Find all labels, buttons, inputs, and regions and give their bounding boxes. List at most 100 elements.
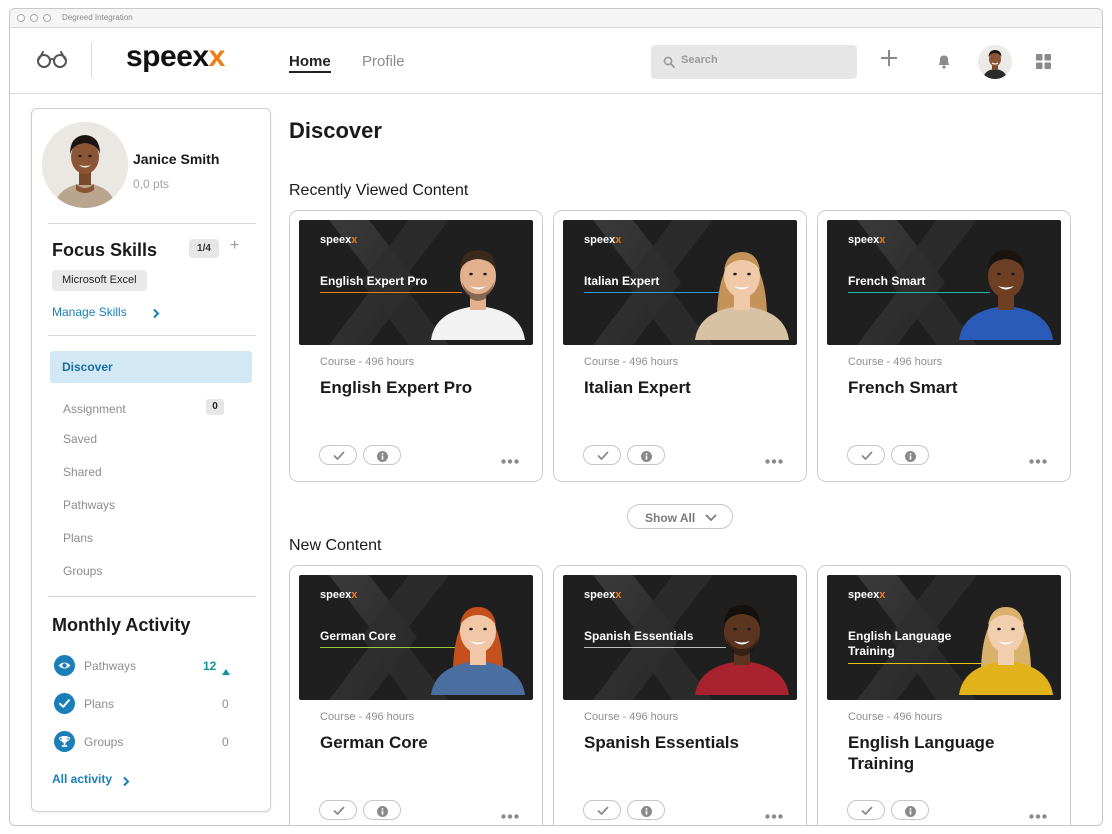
info-icon — [377, 451, 388, 462]
search-box[interactable] — [651, 45, 857, 79]
card-meta: Course - 496 hours — [848, 711, 943, 723]
nav-home[interactable]: Home — [289, 53, 331, 73]
activity-value-pathways: 12 — [203, 659, 217, 673]
content-card[interactable]: speexx English Language Training Course - … — [817, 565, 1071, 825]
focus-skills-title: Focus Skills — [52, 240, 158, 260]
card-meta: Course - 496 hours — [848, 356, 943, 368]
complete-button[interactable] — [583, 445, 621, 465]
show-all-label: Show All — [645, 511, 696, 525]
info-button[interactable] — [891, 445, 929, 465]
search-input[interactable] — [681, 54, 846, 66]
course-thumbnail[interactable]: speexx English Language Training — [827, 575, 1061, 700]
eye-icon — [54, 655, 75, 676]
user-points: 0,0 pts — [133, 177, 170, 191]
glasses-icon[interactable] — [36, 50, 68, 73]
more-icon[interactable] — [1029, 806, 1047, 824]
card-title[interactable]: Italian Expert — [584, 377, 794, 398]
sidebar-item-discover[interactable]: Discover — [50, 351, 252, 383]
nav-profile[interactable]: Profile — [362, 53, 405, 70]
sidebar-item-plans[interactable]: Plans — [63, 531, 93, 545]
header-divider — [91, 42, 92, 78]
info-button[interactable] — [363, 445, 401, 465]
thumb-person-photo — [423, 230, 533, 345]
more-icon[interactable] — [765, 451, 783, 469]
check-icon — [597, 451, 609, 460]
show-all-button[interactable]: Show All — [627, 504, 733, 529]
complete-button[interactable] — [847, 445, 885, 465]
more-icon[interactable] — [501, 806, 519, 824]
section-title-recent: Recently Viewed Content — [289, 182, 469, 199]
chevron-right-icon[interactable] — [122, 774, 130, 792]
sidebar-item-groups[interactable]: Groups — [63, 564, 102, 578]
trend-up-icon — [222, 662, 230, 680]
thumb-logo: speexx — [320, 234, 358, 246]
info-button[interactable] — [891, 800, 929, 820]
sidebar-item-pathways[interactable]: Pathways — [63, 498, 115, 512]
info-icon — [905, 806, 916, 817]
speexx-logo[interactable]: speexx — [126, 40, 225, 74]
sidebar-item-shared[interactable]: Shared — [63, 465, 102, 479]
card-title[interactable]: Spanish Essentials — [584, 732, 794, 753]
sidebar-item-assignment[interactable]: Assignment — [63, 402, 126, 416]
bell-icon[interactable] — [936, 53, 952, 74]
sidebar-item-saved[interactable]: Saved — [63, 432, 97, 446]
more-icon[interactable] — [765, 806, 783, 824]
complete-button[interactable] — [583, 800, 621, 820]
window-title: Degreed Integration — [62, 13, 133, 22]
activity-label-plans: Plans — [84, 697, 115, 711]
course-thumbnail[interactable]: speexx German Core — [299, 575, 533, 700]
divider — [48, 335, 256, 336]
skill-chip[interactable]: Microsoft Excel — [52, 270, 147, 291]
window-maximize-dot[interactable] — [43, 14, 51, 22]
check-icon — [333, 806, 345, 815]
manage-skills-link[interactable]: Manage Skills — [52, 305, 127, 319]
card-title[interactable]: English Language Training — [848, 732, 1058, 774]
search-icon — [663, 56, 675, 68]
card-meta: Course - 496 hours — [320, 356, 415, 368]
section-title-new: New Content — [289, 537, 382, 554]
more-icon[interactable] — [501, 451, 519, 469]
apps-grid-icon[interactable] — [1036, 54, 1051, 74]
more-icon[interactable] — [1029, 451, 1047, 469]
check-icon — [54, 693, 75, 714]
card-title[interactable]: German Core — [320, 732, 530, 753]
assignment-count-badge: 0 — [206, 399, 224, 415]
course-thumbnail[interactable]: speexx Spanish Essentials — [563, 575, 797, 700]
thumb-logo: speexx — [848, 234, 886, 246]
page-title: Discover — [289, 118, 382, 143]
course-thumbnail[interactable]: speexx Italian Expert — [563, 220, 797, 345]
info-button[interactable] — [627, 445, 665, 465]
info-icon — [641, 806, 652, 817]
complete-button[interactable] — [847, 800, 885, 820]
info-button[interactable] — [363, 800, 401, 820]
course-thumbnail[interactable]: speexx French Smart — [827, 220, 1061, 345]
card-title[interactable]: French Smart — [848, 377, 1058, 398]
window-minimize-dot[interactable] — [30, 14, 38, 22]
top-navigation: speexx Home Profile — [10, 28, 1102, 94]
content-card[interactable]: speexx German Core Course - 496 hours Germa… — [289, 565, 543, 825]
thumb-person-photo — [951, 230, 1061, 345]
thumb-person-photo — [687, 585, 797, 700]
content-card[interactable]: speexx Spanish Essentials Course - 496 hou… — [553, 565, 807, 825]
avatar[interactable] — [978, 45, 1012, 79]
chevron-right-icon[interactable] — [152, 306, 160, 324]
content-card[interactable]: speexx Italian Expert Course - 496 hours It… — [553, 210, 807, 482]
complete-button[interactable] — [319, 445, 357, 465]
plus-icon[interactable] — [880, 49, 898, 72]
window-close-dot[interactable] — [17, 14, 25, 22]
chevron-down-icon — [705, 514, 717, 522]
info-button[interactable] — [627, 800, 665, 820]
card-meta: Course - 496 hours — [584, 711, 679, 723]
card-title[interactable]: English Expert Pro — [320, 377, 530, 398]
content-card[interactable]: speexx English Expert Pro Course - 496 hou… — [289, 210, 543, 482]
course-thumbnail[interactable]: speexx English Expert Pro — [299, 220, 533, 345]
focus-skills-count: 1/4 — [189, 239, 219, 258]
profile-photo[interactable] — [42, 122, 128, 208]
add-skill-button[interactable]: + — [230, 237, 239, 255]
content-card[interactable]: speexx French Smart Course - 496 hours Fren… — [817, 210, 1071, 482]
trophy-icon — [54, 731, 75, 752]
thumb-person-photo — [687, 230, 797, 345]
complete-button[interactable] — [319, 800, 357, 820]
all-activity-link[interactable]: All activity — [52, 772, 112, 786]
thumb-logo: speexx — [584, 234, 622, 246]
